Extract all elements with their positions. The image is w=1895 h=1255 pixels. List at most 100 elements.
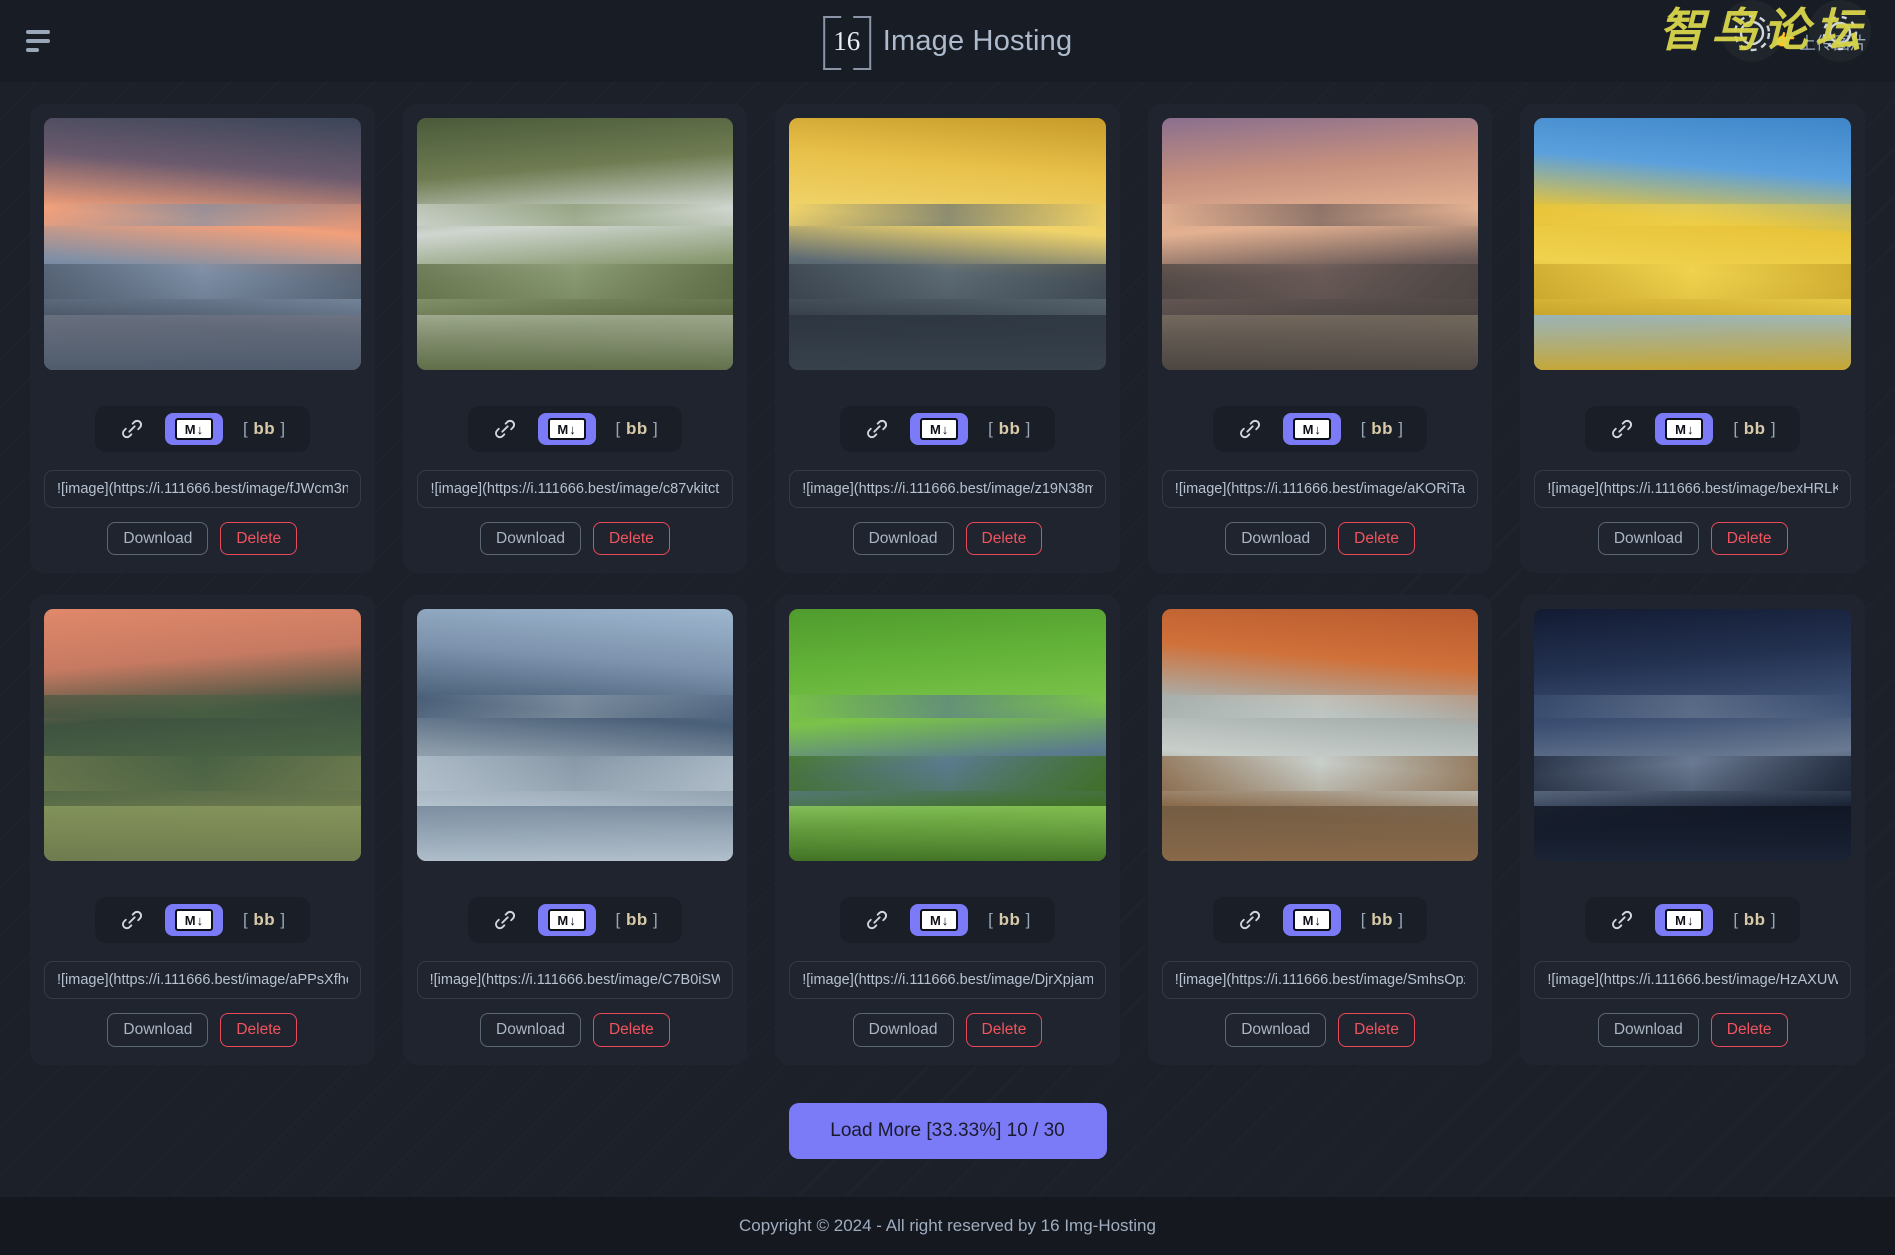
markdown-format-button[interactable]: M ↓ [1282, 413, 1341, 445]
image-url-input[interactable] [44, 961, 361, 1000]
image-thumbnail[interactable] [789, 609, 1106, 862]
page-title: Image Hosting [882, 24, 1073, 57]
bbcode-format-button[interactable]: [ bb ] [614, 417, 661, 441]
card-toolbar: M ↓ [ bb ] [1212, 897, 1428, 944]
download-button[interactable]: Download [107, 1013, 209, 1047]
download-button[interactable]: Download [1225, 1013, 1327, 1047]
image-url-input[interactable] [1534, 961, 1851, 1000]
card-toolbar: M ↓ [ bb ] [1212, 406, 1428, 452]
copyright-text: Copyright © 2024 - All right reserved by… [739, 1216, 1156, 1235]
markdown-format-button[interactable]: M ↓ [1655, 413, 1714, 445]
delete-button[interactable]: Delete [965, 522, 1043, 556]
load-more-button[interactable]: Load More [33.33%] 10 / 30 [788, 1102, 1107, 1159]
copy-link-button[interactable] [117, 414, 147, 444]
bbcode-format-button[interactable]: [ bb ] [241, 417, 288, 441]
markdown-format-button[interactable]: M ↓ [910, 413, 969, 445]
download-button[interactable]: Download [1597, 1013, 1699, 1047]
bbcode-format-button[interactable]: [ bb ] [614, 908, 661, 932]
chain-link-icon-svg [121, 419, 142, 439]
copy-link-button[interactable] [490, 414, 520, 444]
upload-image-link[interactable]: 👉 上传图片 [1775, 29, 1867, 54]
image-url-input[interactable] [416, 961, 734, 1000]
delete-button[interactable]: Delete [1710, 522, 1788, 556]
brand-logo[interactable]: 16 Image Hosting [822, 16, 1073, 70]
image-thumbnail[interactable] [416, 118, 734, 370]
bbcode-label: bb [1371, 419, 1393, 438]
delete-button[interactable]: Delete [220, 522, 298, 556]
image-url-input[interactable] [1161, 470, 1479, 508]
markdown-format-button[interactable]: M ↓ [537, 413, 596, 445]
markdown-letter: M [184, 421, 196, 437]
markdown-format-button[interactable]: M ↓ [910, 904, 969, 937]
bracket-open: [ [1733, 419, 1739, 438]
logo-number: 16 [833, 25, 861, 56]
image-thumbnail[interactable] [789, 118, 1106, 370]
image-thumbnail[interactable] [1161, 118, 1479, 370]
copy-link-button[interactable] [1235, 414, 1265, 444]
hamburger-menu-icon[interactable] [22, 26, 56, 56]
copy-link-button[interactable] [1607, 905, 1637, 935]
card-button-row: Download Delete [1225, 1013, 1415, 1047]
copy-link-button[interactable] [117, 905, 147, 935]
card-button-row: Download Delete [480, 522, 670, 556]
markdown-format-button[interactable]: M ↓ [1655, 904, 1714, 937]
markdown-arrow-icon: ↓ [1687, 912, 1694, 928]
image-url-input[interactable] [1161, 961, 1479, 1000]
markdown-format-button[interactable]: M ↓ [164, 904, 223, 937]
copy-link-button[interactable] [1607, 414, 1637, 444]
bbcode-label: bb [1743, 910, 1766, 930]
download-button[interactable]: Download [1597, 522, 1699, 556]
copy-link-button[interactable] [862, 905, 892, 935]
upload-image-label: 上传图片 [1799, 33, 1867, 53]
image-card: M↓ [ bb ] Download Delete [402, 595, 748, 1065]
image-url-input[interactable] [789, 961, 1106, 1000]
delete-button[interactable]: Delete [1338, 1013, 1415, 1047]
download-button[interactable]: Download [107, 522, 209, 556]
markdown-format-button[interactable]: M ↓ [537, 904, 596, 937]
image-url-input[interactable] [44, 470, 361, 508]
delete-button[interactable]: Delete [1710, 1013, 1788, 1047]
image-thumbnail[interactable] [1534, 118, 1851, 370]
download-button[interactable]: Download [852, 522, 954, 556]
image-thumbnail[interactable] [1534, 609, 1851, 862]
delete-button[interactable]: Delete [220, 1013, 298, 1047]
markdown-format-button[interactable]: M ↓ [1282, 904, 1341, 937]
markdown-arrow-icon: ↓ [196, 421, 204, 437]
image-url-input[interactable] [416, 470, 734, 508]
copy-link-button[interactable] [862, 414, 892, 444]
bbcode-format-button[interactable]: [ bb ] [1359, 417, 1406, 441]
bbcode-format-button[interactable]: [ bb ] [986, 417, 1033, 441]
delete-button[interactable]: Delete [592, 1013, 670, 1047]
copy-link-button[interactable] [490, 905, 520, 935]
delete-button[interactable]: Delete [1338, 522, 1415, 556]
delete-button[interactable]: Delete [965, 1013, 1043, 1047]
download-button[interactable]: Download [852, 1013, 954, 1047]
bbcode-format-button[interactable]: [ bb ] [1731, 908, 1778, 932]
bbcode-format-button[interactable]: [ bb ] [986, 908, 1033, 932]
copy-link-button[interactable] [1235, 905, 1265, 935]
image-card: M↓ [ bb ] Download Delete [775, 104, 1120, 574]
bbcode-label: bb [253, 910, 276, 930]
card-toolbar: M ↓ [ bb ] [840, 897, 1055, 944]
markdown-format-button[interactable]: M ↓ [164, 413, 223, 445]
markdown-icon: M ↓ [547, 909, 586, 932]
image-thumbnail[interactable] [44, 118, 361, 370]
download-button[interactable]: Download [480, 522, 581, 556]
bbcode-format-button[interactable]: [ bb ] [1359, 908, 1406, 932]
bbcode-format-button[interactable]: [ bb ] [241, 908, 288, 932]
markdown-arrow-icon: ↓ [569, 912, 576, 928]
image-card: M↓ [ bb ] Download Delete [775, 595, 1120, 1065]
image-thumbnail[interactable] [1161, 609, 1479, 862]
markdown-letter: M [1302, 912, 1314, 928]
image-thumbnail[interactable] [44, 609, 361, 862]
image-card: M↓ [ bb ] Download Delete [30, 104, 375, 574]
image-url-input[interactable] [1534, 470, 1851, 508]
markdown-icon: M ↓ [547, 418, 586, 440]
download-button[interactable]: Download [1225, 522, 1327, 556]
download-button[interactable]: Download [480, 1013, 581, 1047]
bbcode-format-button[interactable]: [ bb ] [1731, 417, 1778, 441]
gear-icon [1721, 0, 1783, 62]
image-thumbnail[interactable] [416, 609, 734, 862]
delete-button[interactable]: Delete [592, 522, 670, 556]
image-url-input[interactable] [789, 470, 1106, 508]
